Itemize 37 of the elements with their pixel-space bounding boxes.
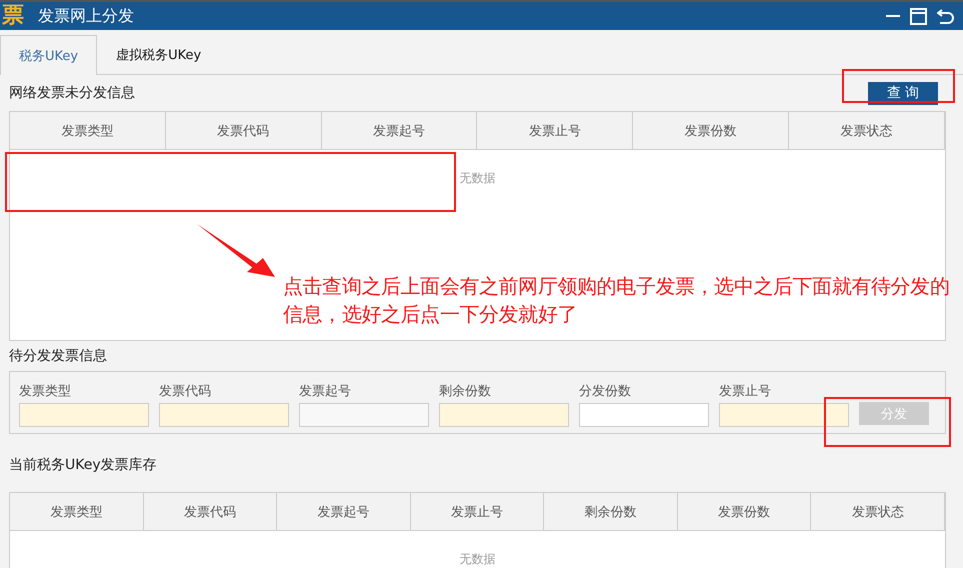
field-label: 剩余份数 [439,383,492,400]
column-header: 发票代码 [166,112,322,149]
input-field[interactable] [579,403,709,427]
column-header: 发票起号 [277,493,411,530]
input-field[interactable] [19,403,149,427]
section-title: 当前税务UKey发票库存 [9,456,157,474]
section-title: 网络发票未分发信息 [9,84,135,102]
column-header: 发票状态 [811,493,946,530]
field-label: 发票止号 [719,383,772,400]
field-label: 发票起号 [299,383,352,400]
column-header: 发票起号 [322,112,478,149]
annotation-text: 点击查询之后上面会有之前网厅领购的电子发票，选中之后下面就有待分发的信息，选好之后点一下分发就好了 [283,273,950,328]
undo-arrow-icon[interactable] [937,8,955,24]
column-header: 发票类型 [10,493,144,530]
column-header: 发票止号 [410,493,544,530]
app-logo: 票 [2,4,24,28]
field-label: 分发份数 [579,383,632,400]
column-header: 发票止号 [477,112,634,149]
input-field[interactable] [719,403,849,427]
column-header: 剩余份数 [544,493,678,530]
input-field[interactable] [159,403,289,427]
field-label: 发票代码 [159,383,212,400]
column-header: 发票代码 [144,493,278,530]
maximize-icon[interactable] [910,8,927,24]
field-label: 发票类型 [19,383,72,400]
section-title: 待分发发票信息 [9,347,107,365]
query-button[interactable]: 查 询 [868,82,938,104]
column-header: 发票份数 [678,493,812,530]
tab[interactable]: 税务UKey [0,35,98,75]
empty-message: 无数据 [460,552,496,566]
input-field[interactable] [439,403,569,427]
column-header: 发票状态 [789,112,945,149]
tab[interactable]: 虚拟税务UKey [97,35,220,74]
empty-message: 无数据 [460,171,496,185]
column-header: 发票类型 [10,112,166,149]
window-title: 发票网上分发 [38,6,134,26]
column-header: 发票份数 [633,112,790,149]
